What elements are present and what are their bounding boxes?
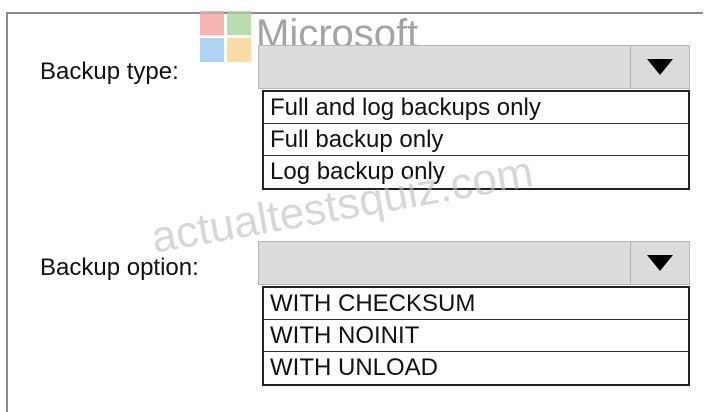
backup-option-option-unload[interactable]: WITH UNLOAD — [264, 352, 688, 384]
microsoft-logo — [200, 11, 251, 62]
backup-type-option-full-and-log[interactable]: Full and log backups only — [264, 92, 688, 124]
backup-option-dropdown-button[interactable] — [630, 242, 689, 284]
triangle-down-icon — [647, 255, 673, 271]
backup-option-option-checksum[interactable]: WITH CHECKSUM — [264, 288, 688, 320]
backup-option-options-list: WITH CHECKSUM WITH NOINIT WITH UNLOAD — [262, 286, 690, 386]
backup-type-dropdown[interactable] — [258, 45, 690, 89]
backup-type-option-full[interactable]: Full backup only — [264, 124, 688, 156]
backup-type-dropdown-button[interactable] — [630, 46, 689, 88]
backup-option-dropdown[interactable] — [258, 241, 690, 285]
triangle-down-icon — [647, 59, 673, 75]
top-margin — [0, 0, 704, 12]
backup-option-option-noinit[interactable]: WITH NOINIT — [264, 320, 688, 352]
backup-type-label: Backup type: — [40, 58, 179, 85]
